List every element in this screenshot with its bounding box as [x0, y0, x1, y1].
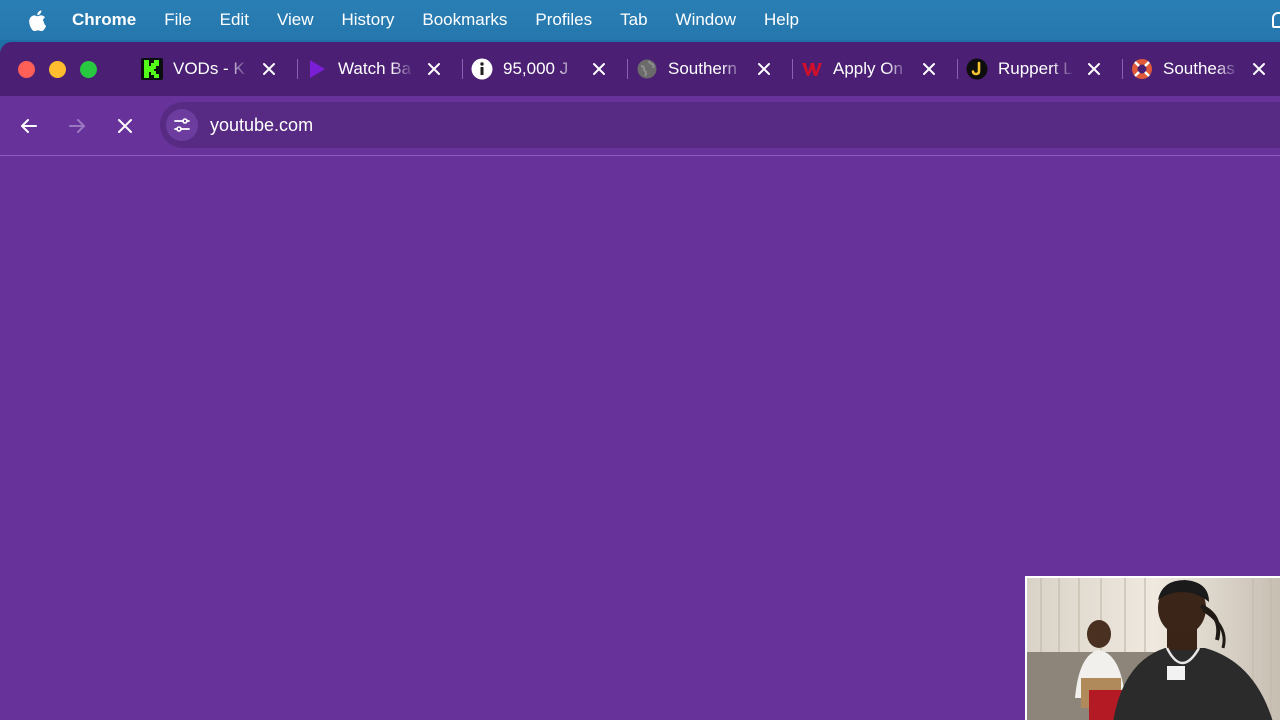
lifebuoy-icon [1131, 58, 1153, 80]
tab-strip: VODs - K Watch Ba 95,000 J Southern Appl… [0, 42, 1280, 96]
minimize-window-button[interactable] [49, 60, 66, 78]
forward-arrow-icon[interactable] [62, 111, 92, 141]
menu-file[interactable]: File [164, 10, 191, 30]
browser-tab[interactable]: Southern [628, 42, 793, 96]
close-tab-icon[interactable] [424, 59, 444, 79]
kick-k-icon [141, 58, 163, 80]
browser-tab[interactable]: 95,000 J [463, 42, 628, 96]
macos-menu-bar: Chrome File Edit View History Bookmarks … [0, 0, 1280, 40]
window-controls [18, 60, 111, 78]
menu-edit[interactable]: Edit [220, 10, 249, 30]
globe-icon [636, 58, 658, 80]
close-tab-icon[interactable] [259, 59, 279, 79]
tab-title: Southern [668, 59, 737, 78]
tab-title: Ruppert L [998, 59, 1073, 78]
red-w-logo-icon [801, 58, 823, 80]
tab-title: VODs - K [173, 59, 245, 78]
url-text[interactable]: youtube.com [210, 115, 313, 136]
back-arrow-icon[interactable] [14, 111, 44, 141]
apple-logo-icon[interactable] [26, 8, 48, 32]
tab-title: Watch Ba [338, 59, 412, 78]
menu-chrome[interactable]: Chrome [72, 10, 136, 30]
menu-tab[interactable]: Tab [620, 10, 647, 30]
j-letter-icon [966, 58, 988, 80]
webcam-video-image [1027, 578, 1280, 720]
menu-profiles[interactable]: Profiles [535, 10, 592, 30]
browser-tab[interactable]: VODs - K [133, 42, 298, 96]
stop-loading-icon[interactable] [110, 111, 140, 141]
menu-history[interactable]: History [341, 10, 394, 30]
play-triangle-icon [306, 58, 328, 80]
tab-title: Apply On [833, 59, 903, 78]
browser-tab[interactable]: Watch Ba [298, 42, 463, 96]
close-tab-icon[interactable] [919, 59, 939, 79]
browser-tab[interactable]: Southeas [1123, 42, 1280, 96]
menu-help[interactable]: Help [764, 10, 799, 30]
browser-tab[interactable]: Ruppert L [958, 42, 1123, 96]
info-icon [471, 58, 493, 80]
webcam-overlay [1025, 576, 1280, 720]
close-window-button[interactable] [18, 60, 35, 78]
close-tab-icon[interactable] [589, 59, 609, 79]
browser-toolbar: youtube.com [0, 96, 1280, 156]
menu-bookmarks[interactable]: Bookmarks [422, 10, 507, 30]
browser-tab[interactable]: Apply On [793, 42, 958, 96]
close-tab-icon[interactable] [754, 59, 774, 79]
close-tab-icon[interactable] [1249, 59, 1269, 79]
close-tab-icon[interactable] [1084, 59, 1104, 79]
status-icon[interactable] [1272, 12, 1280, 28]
site-settings-icon[interactable] [166, 109, 198, 141]
menu-window[interactable]: Window [676, 10, 736, 30]
menu-view[interactable]: View [277, 10, 314, 30]
address-bar[interactable]: youtube.com [160, 102, 1280, 148]
tab-title: 95,000 J [503, 59, 569, 78]
zoom-window-button[interactable] [80, 60, 97, 78]
tab-title: Southeas [1163, 59, 1235, 78]
